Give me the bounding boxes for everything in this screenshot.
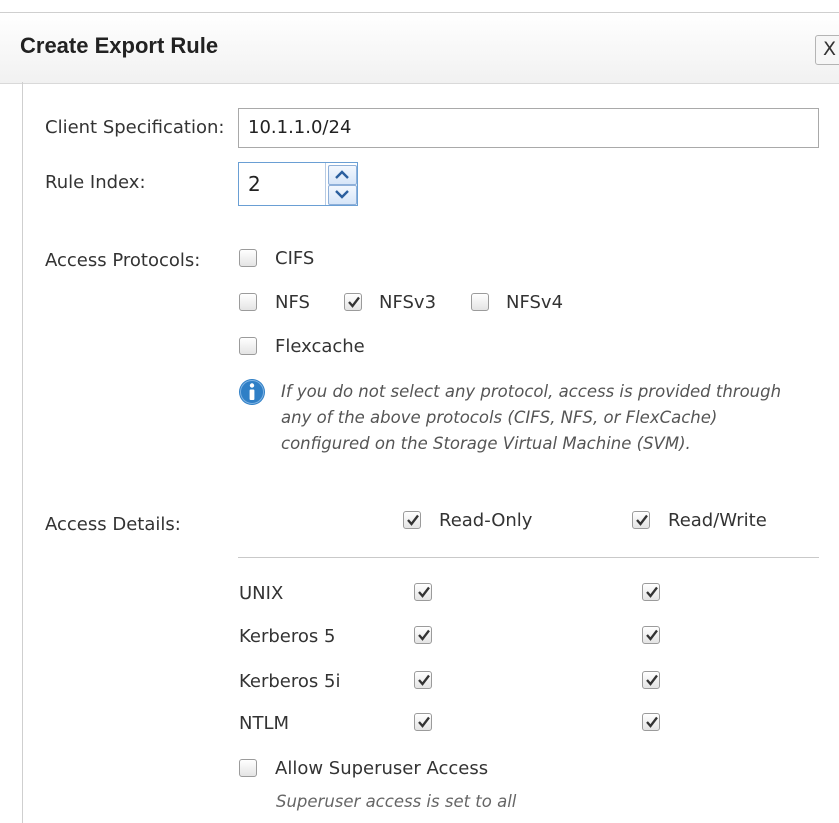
checkmark-icon (418, 674, 430, 686)
superuser-label: Allow Superuser Access (275, 758, 489, 779)
row-label-kerberos5: Kerberos 5 (239, 626, 336, 647)
superuser-note: Superuser access is set to all (276, 792, 517, 811)
checkmark-icon (646, 716, 658, 728)
read-only-all-checkbox[interactable] (403, 511, 421, 529)
kerberos5i-read-write-checkbox[interactable] (642, 671, 660, 689)
chevron-down-icon (335, 190, 349, 199)
access-protocols-label: Access Protocols: (45, 250, 201, 271)
protocol-info-text: If you do not select any protocol, acces… (281, 382, 782, 453)
read-write-header: Read/Write (668, 510, 767, 531)
close-button[interactable]: X (815, 35, 839, 65)
unix-read-write-checkbox[interactable] (642, 583, 660, 601)
checkmark-icon (646, 674, 658, 686)
nfsv4-label: NFSv4 (506, 292, 564, 313)
dialog-titlebar: Create Export Rule X (0, 12, 839, 84)
nfsv4-checkbox[interactable] (471, 293, 489, 311)
checkmark-icon (407, 514, 419, 526)
checkmark-icon (636, 514, 648, 526)
nfsv3-checkbox[interactable] (344, 293, 362, 311)
kerberos5i-read-only-checkbox[interactable] (414, 671, 432, 689)
kerberos5-read-write-checkbox[interactable] (642, 626, 660, 644)
rule-index-label: Rule Index: (45, 172, 146, 193)
checkmark-icon (418, 586, 430, 598)
nfs-label: NFS (275, 292, 310, 313)
flexcache-label: Flexcache (275, 336, 365, 357)
checkmark-icon (646, 629, 658, 641)
client-spec-label: Client Specification: (45, 117, 225, 138)
cifs-checkbox[interactable] (239, 249, 257, 267)
checkmark-icon (418, 716, 430, 728)
read-only-header: Read-Only (439, 510, 533, 531)
cifs-label: CIFS (275, 248, 315, 269)
client-spec-input[interactable]: 10.1.1.0/24 (238, 108, 819, 148)
decrement-button[interactable] (328, 185, 357, 205)
rule-index-value: 2 (248, 172, 261, 196)
close-icon: X (823, 38, 837, 60)
access-details-label: Access Details: (45, 514, 181, 535)
checkmark-icon (348, 296, 360, 308)
ntlm-read-write-checkbox[interactable] (642, 713, 660, 731)
dialog-title: Create Export Rule (20, 33, 219, 58)
rule-index-stepper[interactable]: 2 (238, 162, 358, 206)
read-write-all-checkbox[interactable] (632, 511, 650, 529)
row-label-kerberos5i: Kerberos 5i (239, 671, 341, 692)
superuser-checkbox[interactable] (239, 759, 257, 777)
ntlm-read-only-checkbox[interactable] (414, 713, 432, 731)
checkmark-icon (646, 586, 658, 598)
checkmark-icon (418, 629, 430, 641)
flexcache-checkbox[interactable] (239, 337, 257, 355)
create-export-rule-dialog: Create Export Rule X Client Specificatio… (0, 0, 839, 823)
nfs-checkbox[interactable] (239, 293, 257, 311)
nfsv3-label: NFSv3 (379, 292, 437, 313)
unix-read-only-checkbox[interactable] (414, 583, 432, 601)
increment-button[interactable] (328, 165, 357, 185)
row-label-unix: UNIX (239, 583, 284, 604)
row-label-ntlm: NTLM (239, 713, 290, 734)
access-details-divider (238, 557, 819, 558)
chevron-up-icon (335, 170, 349, 179)
kerberos5-read-only-checkbox[interactable] (414, 626, 432, 644)
info-icon (239, 379, 265, 405)
rule-index-spinner (325, 163, 358, 205)
